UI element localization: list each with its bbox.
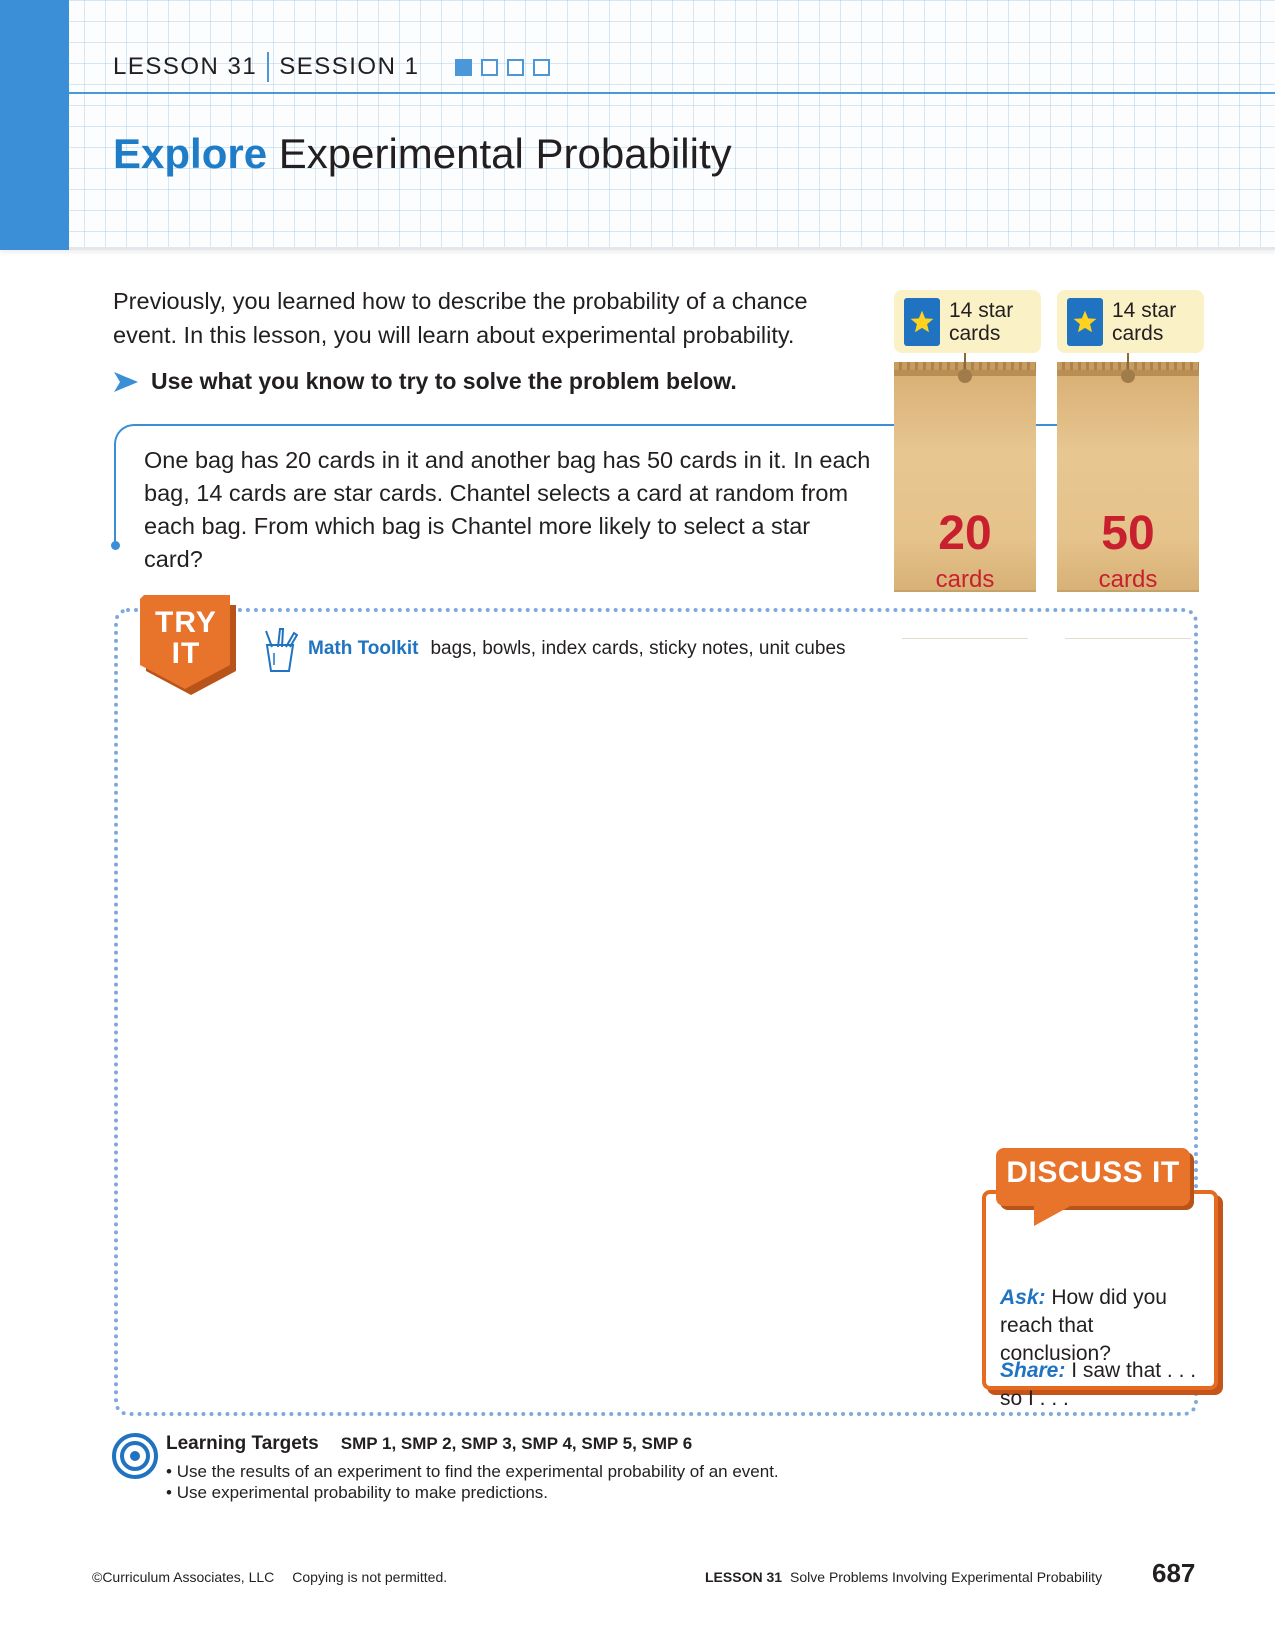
discuss-it-panel: Ask: How did you reach that conclusion? … xyxy=(982,1148,1226,1410)
lesson-label: LESSON 31 xyxy=(113,53,258,80)
session-box-3 xyxy=(507,58,525,76)
learning-target-item: Use experimental probability to make pre… xyxy=(166,1482,779,1503)
ask-label: Ask: xyxy=(1000,1286,1046,1309)
arrow-icon xyxy=(114,371,138,392)
learning-targets-list: Use the results of an experiment to find… xyxy=(166,1461,779,1503)
bag-count: 20 xyxy=(938,507,992,560)
bag-20-cards: 20 cards 14 star cards xyxy=(894,290,1041,639)
discuss-share: Share: I saw that . . . so I . . . xyxy=(1000,1357,1210,1413)
page-number: 687 xyxy=(1152,1558,1196,1588)
title-highlight: Explore xyxy=(113,130,268,177)
paper-bag: 50 cards xyxy=(1057,362,1199,639)
share-label: Share: xyxy=(1000,1359,1066,1382)
lesson-separator xyxy=(267,52,270,82)
star-card-icon xyxy=(1067,297,1103,346)
learning-targets-title: Learning Targets xyxy=(166,1433,319,1454)
lesson-session-line: LESSON 31 SESSION 1 xyxy=(113,50,551,84)
footer-lesson-title: Solve Problems Involving Experimental Pr… xyxy=(790,1569,1103,1585)
target-icon xyxy=(112,1433,158,1479)
footer-left: ©Curriculum Associates, LLC Copying is n… xyxy=(92,1569,447,1585)
bag-50-cards: 50 cards 14 star cards xyxy=(1057,290,1204,639)
tag-text: 14 star cards xyxy=(1112,298,1177,345)
tag-text: 14 star cards xyxy=(949,298,1014,345)
toolkit-items: bags, bowls, index cards, sticky notes, … xyxy=(430,638,846,659)
pencil-cup-icon xyxy=(265,628,298,672)
smp-list: SMP 1, SMP 2, SMP 3, SMP 4, SMP 5, SMP 6 xyxy=(340,1434,693,1453)
learning-target-item: Use the results of an experiment to find… xyxy=(166,1461,779,1482)
session-progress xyxy=(455,58,551,76)
copyright: ©Curriculum Associates, LLC xyxy=(92,1569,275,1585)
intro-paragraph: Previously, you learned how to describe … xyxy=(113,288,808,348)
try-it-line2: IT xyxy=(171,637,201,670)
footer-lesson: LESSON 31 xyxy=(705,1569,783,1585)
math-toolkit: Math Toolkit bags, bowls, index cards, s… xyxy=(262,625,846,673)
lesson-header: LESSON 31 SESSION 1 Explore Experimental… xyxy=(0,0,1275,250)
problem-frame-dot xyxy=(111,541,120,550)
discuss-ask: Ask: How did you reach that conclusion? xyxy=(1000,1284,1210,1368)
session-box-2 xyxy=(481,58,499,76)
directive-text: Use what you know to try to solve the pr… xyxy=(151,368,737,394)
title-rest: Experimental Probability xyxy=(278,130,732,177)
star-card-icon xyxy=(904,297,940,346)
copy-notice: Copying is not permitted. xyxy=(292,1569,448,1585)
bag-knot xyxy=(1121,369,1135,383)
bag-count-label: cards xyxy=(1098,566,1158,593)
bag-tag: 14 star cards xyxy=(1057,290,1204,353)
toolkit-label: Math Toolkit xyxy=(308,638,419,659)
discuss-it-box: Ask: How did you reach that conclusion? … xyxy=(982,1190,1218,1410)
session-box-1 xyxy=(455,58,473,76)
paper-bag: 20 cards xyxy=(894,362,1036,639)
session-box-4 xyxy=(533,58,551,76)
header-rule xyxy=(69,92,1275,94)
try-it-label: TRY IT xyxy=(140,607,232,669)
page-title: Explore Experimental Probability xyxy=(113,130,732,178)
directive: Use what you know to try to solve the pr… xyxy=(113,368,737,395)
bag-tag: 14 star cards xyxy=(894,290,1041,353)
bag-count: 50 xyxy=(1101,507,1155,560)
problem-text: One bag has 20 cards in it and another b… xyxy=(144,447,871,572)
session-label: SESSION 1 xyxy=(279,53,420,80)
learning-targets-header: Learning Targets SMP 1, SMP 2, SMP 3, SM… xyxy=(166,1433,692,1455)
bag-count-label: cards xyxy=(935,566,995,593)
discuss-it-title: DISCUSS IT xyxy=(1006,1156,1180,1189)
footer-right: LESSON 31 Solve Problems Involving Exper… xyxy=(705,1569,1102,1585)
speech-tail-icon xyxy=(1034,1204,1074,1226)
bag-knot xyxy=(958,369,972,383)
try-it-line1: TRY xyxy=(155,606,217,639)
header-accent-bar xyxy=(0,0,69,250)
